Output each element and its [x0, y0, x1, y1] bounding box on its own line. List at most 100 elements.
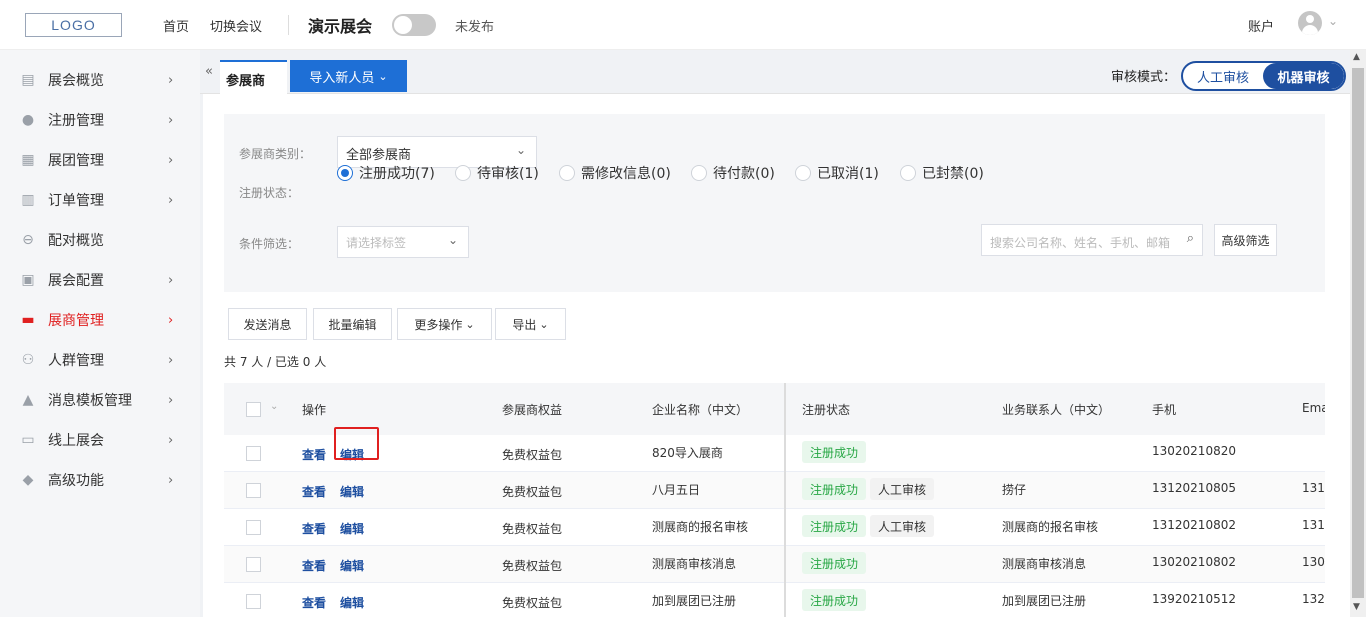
- sidebar-item-exhibitors[interactable]: ▬ 展商管理 ›: [0, 300, 200, 340]
- select-all-checkbox[interactable]: [246, 402, 261, 417]
- chevron-down-icon[interactable]: ⌄: [270, 401, 278, 412]
- batch-edit-button[interactable]: 批量编辑: [313, 308, 392, 340]
- publish-toggle[interactable]: [392, 14, 436, 36]
- sidebar-item-message-templates[interactable]: ▲ 消息模板管理 ›: [0, 380, 200, 420]
- edit-link[interactable]: 编辑: [340, 520, 364, 537]
- status-badge: 注册成功: [802, 515, 867, 537]
- radio-circle: [559, 165, 575, 181]
- table-row: 查看 编辑 免费权益包 八月五日 注册成功 人工审核 捞仔 1312021080…: [224, 472, 1325, 509]
- search-input[interactable]: 搜索公司名称、姓名、手机、邮箱 ⌕: [981, 224, 1203, 256]
- sidebar-item-pairing[interactable]: ⊖ 配对概览: [0, 220, 200, 260]
- sidebar-item-label: 线上展会: [48, 433, 104, 449]
- status-label: 注册状态：: [239, 186, 300, 200]
- sidebar-item-label: 展商管理: [48, 313, 104, 329]
- account-label[interactable]: 账户: [1248, 16, 1274, 35]
- nav-home-link[interactable]: 首页: [163, 16, 189, 35]
- email-cell: 132: [1302, 592, 1325, 606]
- view-link[interactable]: 查看: [302, 483, 326, 500]
- status-radio-success[interactable]: 注册成功(7): [337, 163, 435, 183]
- edit-link[interactable]: 编辑: [340, 483, 364, 500]
- status-badge: 注册成功: [802, 589, 867, 611]
- status-radio-banned[interactable]: 已封禁(0): [900, 163, 984, 183]
- view-link[interactable]: 查看: [302, 594, 326, 611]
- collapse-sidebar-icon[interactable]: «: [205, 64, 213, 79]
- search-icon[interactable]: ⌕: [1182, 231, 1194, 246]
- benefit-cell: 免费权益包: [502, 559, 563, 573]
- status-radio-cancelled[interactable]: 已取消(1): [795, 163, 879, 183]
- chevron-right-icon: ›: [168, 112, 174, 128]
- radio-label: 待付款(0): [713, 166, 775, 182]
- edit-link[interactable]: 编辑: [340, 594, 364, 611]
- scroll-up-icon[interactable]: ▲: [1353, 52, 1360, 62]
- sidebar-item-exhibition-overview[interactable]: ▤ 展会概览 ›: [0, 60, 200, 100]
- sidebar-item-label: 展会配置: [48, 273, 104, 289]
- view-link[interactable]: 查看: [302, 520, 326, 537]
- page-scrollbar[interactable]: ▲ ▼: [1350, 50, 1366, 617]
- audit-machine-option[interactable]: 机器审核: [1263, 63, 1344, 89]
- company-cell: 测展商的报名审核: [652, 520, 749, 534]
- radio-label: 已封禁(0): [922, 166, 984, 182]
- bell-icon: ▲: [22, 392, 34, 408]
- sidebar-item-advanced[interactable]: ◆ 高级功能 ›: [0, 460, 200, 500]
- category-label: 参展商类别：: [239, 147, 312, 161]
- contact-cell: 测展商的报名审核: [1002, 520, 1099, 534]
- table-row: 查看 编辑 免费权益包 加到展团已注册 注册成功 加到展团已注册 1392021…: [224, 583, 1325, 617]
- audit-manual-option[interactable]: 人工审核: [1183, 63, 1263, 89]
- tag-select[interactable]: 请选择标签 ⌄: [337, 226, 469, 258]
- status-badge: 注册成功: [802, 552, 867, 574]
- row-checkbox[interactable]: [246, 483, 261, 498]
- status-badge: 注册成功: [802, 478, 867, 500]
- view-link[interactable]: 查看: [302, 446, 326, 463]
- toggle-knob: [394, 16, 412, 34]
- more-actions-button[interactable]: 更多操作 ⌄: [397, 308, 492, 340]
- col-header-benefit: 参展商权益: [502, 403, 563, 417]
- sidebar-item-registration[interactable]: ● 注册管理 ›: [0, 100, 200, 140]
- chevron-down-icon[interactable]: ⌄: [1328, 14, 1338, 28]
- row-checkbox[interactable]: [246, 446, 261, 461]
- avatar-head: [1306, 15, 1314, 23]
- advanced-filter-button[interactable]: 高级筛选: [1214, 224, 1277, 256]
- selection-count: 共 7 人 / 已选 0 人: [224, 355, 327, 369]
- header-divider: [288, 15, 289, 35]
- sidebar-item-config[interactable]: ▣ 展会配置 ›: [0, 260, 200, 300]
- company-cell: 测展商审核消息: [652, 557, 737, 571]
- col-header-email: Ema: [1302, 401, 1325, 415]
- category-select-value: 全部参展商: [346, 148, 412, 163]
- benefit-cell: 免费权益包: [502, 596, 563, 610]
- chevron-right-icon: ›: [168, 272, 174, 288]
- radio-circle: [337, 165, 353, 181]
- import-people-button[interactable]: 导入新人员 ⌄: [290, 60, 407, 92]
- send-message-button[interactable]: 发送消息: [228, 308, 307, 340]
- status-badge: 注册成功: [802, 441, 867, 463]
- store-icon: ▬: [21, 312, 35, 328]
- tab-exhibitors[interactable]: 参展商: [220, 60, 287, 94]
- radio-circle: [455, 165, 471, 181]
- avatar[interactable]: [1298, 11, 1322, 35]
- export-button[interactable]: 导出 ⌄: [495, 308, 566, 340]
- nav-switch-meeting-link[interactable]: 切换会议: [210, 16, 262, 35]
- table-row: 查看 编辑 免费权益包 测展商审核消息 注册成功 测展商审核消息 1302021…: [224, 546, 1325, 583]
- sidebar-item-orders[interactable]: ▥ 订单管理 ›: [0, 180, 200, 220]
- chevron-right-icon: ›: [168, 312, 174, 328]
- sidebar-item-label: 展会概览: [48, 73, 104, 89]
- row-checkbox[interactable]: [246, 557, 261, 572]
- more-actions-label: 更多操作: [414, 317, 463, 332]
- scrollbar-thumb[interactable]: [1352, 68, 1364, 598]
- sidebar-item-online-exhibition[interactable]: ▭ 线上展会 ›: [0, 420, 200, 460]
- company-cell: 八月五日: [652, 483, 701, 497]
- condition-label: 条件筛选：: [239, 237, 300, 251]
- status-radio-unpaid[interactable]: 待付款(0): [691, 163, 775, 183]
- chevron-right-icon: ›: [168, 352, 174, 368]
- radio-circle: [795, 165, 811, 181]
- status-radio-pending[interactable]: 待审核(1): [455, 163, 539, 183]
- sidebar-item-group[interactable]: ▦ 展团管理 ›: [0, 140, 200, 180]
- row-checkbox[interactable]: [246, 594, 261, 609]
- row-checkbox[interactable]: [246, 520, 261, 535]
- status-radio-needs-edit[interactable]: 需修改信息(0): [559, 163, 671, 183]
- chevron-right-icon: ›: [168, 472, 174, 488]
- edit-link[interactable]: 编辑: [340, 557, 364, 574]
- people-icon: ⚇: [21, 352, 35, 368]
- sidebar-item-people[interactable]: ⚇ 人群管理 ›: [0, 340, 200, 380]
- view-link[interactable]: 查看: [302, 557, 326, 574]
- scroll-down-icon[interactable]: ▼: [1353, 602, 1360, 612]
